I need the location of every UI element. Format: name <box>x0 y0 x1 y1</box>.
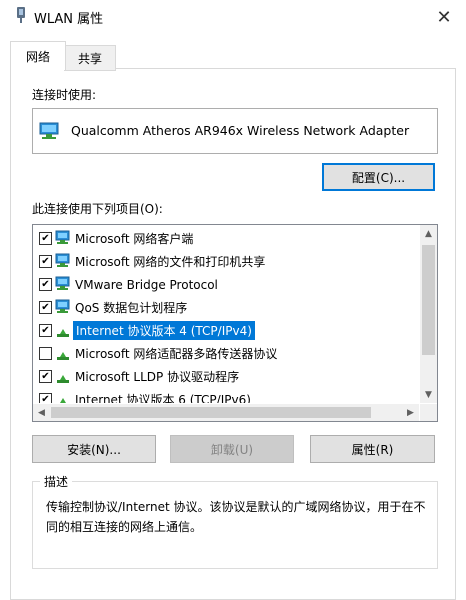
configure-button[interactable]: 配置(C)... <box>322 163 435 191</box>
horizontal-scroll-thumb[interactable] <box>51 407 371 418</box>
list-item[interactable]: Microsoft 网络适配器多路传送器协议 <box>33 342 419 365</box>
item-checkbox[interactable]: ✔ <box>39 255 52 268</box>
protocol-icon <box>57 375 69 383</box>
network-client-icon <box>55 253 70 267</box>
description-text: 传输控制协议/Internet 协议。该协议是默认的广域网络协议，用于在不同的相… <box>46 500 426 534</box>
items-list[interactable]: ✔ Microsoft 网络客户端 ✔ Microsoft 网络的文件和打印机共享 ✔ V… <box>32 224 438 422</box>
title-bar: WLAN 属性 ✕ <box>0 0 466 34</box>
scroll-down-icon[interactable]: ▼ <box>420 386 437 403</box>
properties-button[interactable]: 属性(R) <box>310 435 435 463</box>
network-client-icon <box>55 299 70 313</box>
network-adapter-icon <box>39 122 59 139</box>
network-client-icon <box>55 230 70 244</box>
network-client-icon <box>55 276 70 290</box>
items-list-body: ✔ Microsoft 网络客户端 ✔ Microsoft 网络的文件和打印机共享 ✔ V… <box>33 227 419 403</box>
list-item[interactable]: ✔ Internet 协议版本 6 (TCP/IPv6) <box>33 388 419 403</box>
item-label: Microsoft 网络的文件和打印机共享 <box>75 255 266 269</box>
list-item[interactable]: ✔ Microsoft 网络的文件和打印机共享 <box>33 250 419 273</box>
connect-using-label: 连接时使用: <box>32 88 97 102</box>
protocol-icon <box>57 352 69 360</box>
window-title: WLAN 属性 <box>34 12 104 27</box>
adapter-box: Qualcomm Atheros AR946x Wireless Network… <box>32 108 438 154</box>
scroll-right-icon[interactable]: ▶ <box>402 404 419 421</box>
item-label: Microsoft LLDP 协议驱动程序 <box>75 370 240 384</box>
item-label: VMware Bridge Protocol <box>75 277 218 292</box>
item-label: QoS 数据包计划程序 <box>75 301 188 315</box>
scroll-left-icon[interactable]: ◀ <box>33 404 50 421</box>
item-label: Internet 协议版本 6 (TCP/IPv6) <box>75 393 251 403</box>
adapter-name: Qualcomm Atheros AR946x Wireless Network… <box>71 123 410 138</box>
list-item[interactable]: ✔ Microsoft LLDP 协议驱动程序 <box>33 365 419 388</box>
wlan-adapter-icon <box>17 7 25 23</box>
item-checkbox[interactable]: ✔ <box>39 370 52 383</box>
item-label: Microsoft 网络适配器多路传送器协议 <box>75 347 278 361</box>
tab-sharing[interactable]: 共享 <box>64 45 116 71</box>
items-label: 此连接使用下列项目(O): <box>32 202 163 216</box>
vertical-scroll-thumb[interactable] <box>422 245 435 355</box>
vertical-scrollbar[interactable]: ▲ ▼ <box>420 225 437 403</box>
protocol-icon <box>57 329 69 337</box>
item-checkbox[interactable]: ✔ <box>39 278 52 291</box>
close-button[interactable]: ✕ <box>428 4 460 30</box>
description-legend: 描述 <box>40 473 73 490</box>
install-button[interactable]: 安装(N)... <box>32 435 156 463</box>
protocol-icon <box>60 398 66 403</box>
scroll-up-icon[interactable]: ▲ <box>420 225 437 242</box>
list-item[interactable]: ✔ QoS 数据包计划程序 <box>33 296 419 319</box>
list-item[interactable]: ✔ Internet 协议版本 4 (TCP/IPv4) <box>33 319 419 342</box>
scroll-corner <box>420 404 437 421</box>
uninstall-button[interactable]: 卸载(U) <box>170 435 294 463</box>
item-checkbox[interactable]: ✔ <box>39 301 52 314</box>
item-checkbox[interactable]: ✔ <box>39 232 52 245</box>
item-checkbox[interactable]: ✔ <box>39 324 52 337</box>
item-checkbox[interactable] <box>39 347 52 360</box>
list-item[interactable]: ✔ VMware Bridge Protocol <box>33 273 419 296</box>
tab-network[interactable]: 网络 <box>10 41 66 70</box>
item-label: Internet 协议版本 4 (TCP/IPv4) <box>73 321 255 340</box>
item-checkbox[interactable]: ✔ <box>39 393 52 403</box>
horizontal-scrollbar[interactable]: ◀ ▶ <box>33 404 419 421</box>
list-item[interactable]: ✔ Microsoft 网络客户端 <box>33 227 419 250</box>
item-label: Microsoft 网络客户端 <box>75 232 194 246</box>
close-icon: ✕ <box>436 6 452 28</box>
